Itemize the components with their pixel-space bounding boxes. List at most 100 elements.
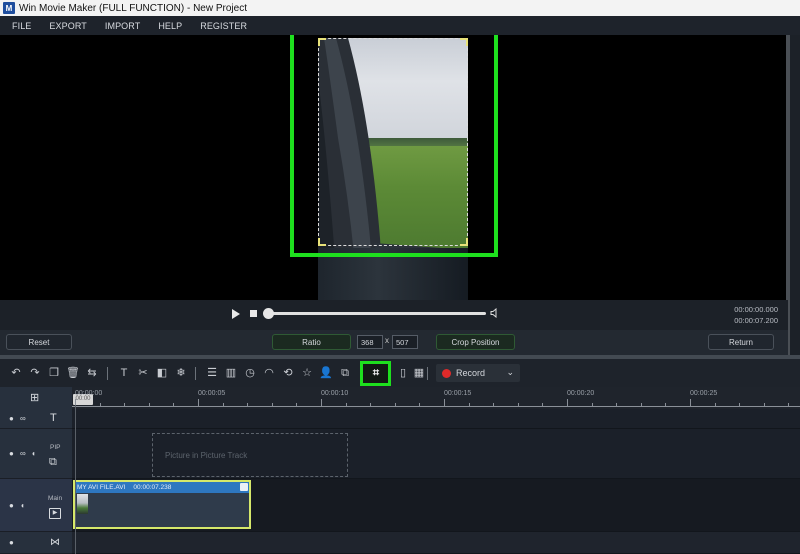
reset-button[interactable]: Reset [6, 334, 72, 350]
record-dropdown[interactable]: Record ⌄ [436, 364, 520, 382]
menu-register[interactable]: REGISTER [200, 21, 247, 31]
export-clip-icon[interactable]: ⧉ [338, 366, 352, 380]
preview-scroll-area [790, 35, 800, 355]
text-track-header: ● ∞ T [0, 409, 72, 429]
eye-icon[interactable]: ● [9, 539, 14, 547]
ruler-tick [591, 403, 593, 407]
crop-bar: Reset Ratio 368 x 507 Crop Position Retu… [0, 330, 788, 355]
audio-icon[interactable]: ◖ [20, 502, 25, 510]
toolbar-divider [427, 367, 428, 380]
ruler-tick [567, 399, 568, 407]
return-button[interactable]: Return [708, 334, 774, 350]
crop-width-input[interactable]: 368 [357, 335, 383, 349]
pip-track-lane[interactable]: Picture in Picture Track [72, 429, 800, 479]
ruler-tick [99, 403, 101, 407]
toolbar-divider [107, 367, 108, 380]
text-track: ● ∞ T [0, 409, 800, 429]
speed-icon[interactable]: ◠ [262, 366, 276, 380]
effects-icon[interactable]: ❄ [174, 366, 188, 380]
add-track-icon[interactable]: ⊞ [30, 393, 39, 404]
save-frame-icon[interactable]: ▯ [396, 366, 410, 380]
clip-name: MY AVI FILE.AVI [77, 484, 126, 491]
columns-icon[interactable]: ▥ [224, 366, 238, 380]
chevron-down-icon: ⌄ [506, 367, 514, 377]
clip-duration: 00:00:07.238 [133, 484, 172, 491]
volume-icon[interactable] [490, 307, 500, 319]
undo-icon[interactable]: ↶ [9, 366, 23, 380]
menu-export[interactable]: EXPORT [49, 21, 86, 31]
ruler-tick [321, 399, 322, 407]
rotate-icon[interactable]: ⟲ [281, 366, 295, 380]
ruler-tick [419, 403, 421, 407]
title-bar: M Win Movie Maker (FULL FUNCTION) - New … [0, 0, 800, 16]
audio-track-lane[interactable] [72, 532, 800, 554]
delete-icon[interactable]: 🗑 [66, 366, 80, 380]
clip-settings-icon[interactable] [240, 483, 248, 491]
edit-toolbar: Record ⌄ ↶ ↷ ❐ 🗑 ⇆ T ✂ ◧ ❄ ☰ ▥ ◷ ◠ ⟲ ☆ 👤 ⧉ ⌗ ▯ ▦ [0, 359, 800, 387]
app-logo-icon: M [3, 2, 15, 14]
main-track-icon: ▶ [49, 508, 61, 519]
total-time: 00:00:07.200 [734, 316, 778, 325]
ruler-tick [616, 403, 618, 407]
crop-icon[interactable]: ⌗ [369, 366, 383, 380]
pip-track-header: ● ∞ ◖ PIP ⧉ [0, 429, 72, 479]
redo-icon[interactable]: ↷ [28, 366, 42, 380]
ruler-tick [517, 403, 519, 407]
play-button[interactable] [232, 309, 240, 319]
stop-button[interactable] [250, 310, 257, 317]
menu-import[interactable]: IMPORT [105, 21, 140, 31]
ruler-tick [739, 403, 741, 407]
eye-icon[interactable]: ● [9, 502, 14, 510]
clip-header: MY AVI FILE.AVI 00:00:07.238 [75, 482, 249, 493]
copy-icon[interactable]: ❐ [47, 366, 61, 380]
seek-knob[interactable] [263, 308, 274, 319]
ruler-tick [124, 403, 126, 407]
duration-icon[interactable]: ◷ [243, 366, 257, 380]
ruler-tick [394, 403, 396, 407]
cut-icon[interactable]: ✂ [136, 366, 150, 380]
pip-label: PIP [50, 444, 61, 451]
seek-bar[interactable] [268, 312, 486, 315]
playhead-line[interactable] [75, 405, 76, 554]
ruler-tick [542, 403, 544, 407]
video-preview [0, 35, 788, 300]
current-time: 00:00:00.000 [734, 305, 778, 314]
text-track-lane[interactable] [72, 409, 800, 429]
player-controls: 00:00:00.000 00:00:07.200 [0, 300, 788, 330]
ruler-tick [271, 403, 273, 407]
video-clip[interactable]: MY AVI FILE.AVI 00:00:07.238 [73, 480, 251, 529]
menu-help[interactable]: HELP [158, 21, 182, 31]
person-icon[interactable]: 👤 [319, 366, 333, 380]
audio-icon[interactable]: ◖ [31, 450, 36, 458]
ruler-tick [493, 403, 495, 407]
mosaic-icon[interactable]: ▦ [412, 366, 426, 380]
link-icon[interactable]: ∞ [20, 450, 26, 458]
main-label: Main [48, 495, 63, 502]
split-icon[interactable]: ◧ [155, 366, 169, 380]
link-icon[interactable]: ∞ [20, 415, 26, 423]
audio-track-header: ● ⋈ [0, 532, 72, 554]
ratio-button[interactable]: Ratio [272, 334, 351, 350]
ruler-tick [444, 399, 445, 407]
ruler-label: 00:00:10 [321, 390, 349, 397]
replace-icon[interactable]: ⇆ [85, 366, 99, 380]
ruler-tick [370, 403, 372, 407]
menu-file[interactable]: FILE [12, 21, 31, 31]
pip-track: ● ∞ ◖ PIP ⧉ Picture in Picture Track [0, 429, 800, 479]
crop-height-input[interactable]: 507 [392, 335, 418, 349]
main-track-header: ● ◖ Main ▶ [0, 479, 72, 532]
timeline-ruler[interactable]: 00:00 00:00:00 00:00:05 00:00:10 00:00:15 00… [72, 387, 800, 409]
menu-bar: FILE EXPORT IMPORT HELP REGISTER [0, 16, 800, 35]
pip-placeholder-text: Picture in Picture Track [165, 451, 248, 460]
eye-icon[interactable]: ● [9, 415, 14, 423]
crop-position-button[interactable]: Crop Position [436, 334, 515, 350]
sticker-icon[interactable]: ☆ [300, 366, 314, 380]
pip-placeholder[interactable]: Picture in Picture Track [152, 433, 348, 477]
ruler-tick [714, 403, 716, 407]
main-track: ● ◖ Main ▶ MY AVI FILE.AVI 00:00:07.238 [0, 479, 800, 532]
eye-icon[interactable]: ● [9, 450, 14, 458]
adjust-icon[interactable]: ☰ [205, 366, 219, 380]
record-dot-icon [442, 368, 451, 378]
audio-track: ● ⋈ [0, 532, 800, 554]
text-icon[interactable]: T [117, 366, 131, 380]
